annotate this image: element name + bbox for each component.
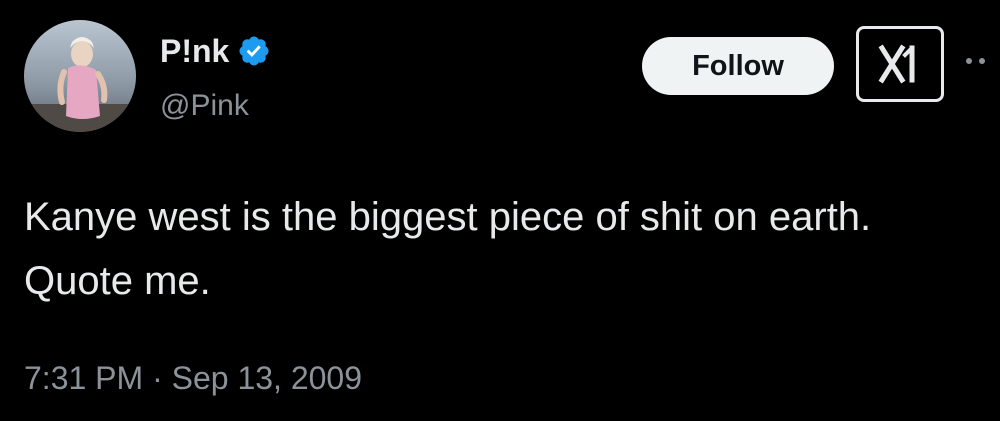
author-name-row: P!nk [160, 34, 271, 68]
avatar[interactable] [24, 20, 136, 132]
grok-icon [878, 44, 915, 84]
verified-badge-icon[interactable] [237, 34, 271, 68]
avatar-photo [24, 20, 136, 132]
author-handle[interactable]: @Pink [160, 91, 249, 121]
more-dot [979, 58, 985, 64]
grok-button[interactable] [856, 26, 944, 102]
more-options-icon[interactable] [966, 58, 985, 64]
display-name[interactable]: P!nk [160, 35, 229, 67]
tweet-card: P!nk @Pink Follow Kanye west is the bigg… [0, 0, 1000, 421]
tweet-text: Kanye west is the biggest piece of shit … [24, 195, 872, 303]
more-dot [966, 58, 972, 64]
tweet-timestamp[interactable]: 7:31 PM · Sep 13, 2009 [24, 362, 362, 394]
follow-button[interactable]: Follow [642, 37, 834, 95]
